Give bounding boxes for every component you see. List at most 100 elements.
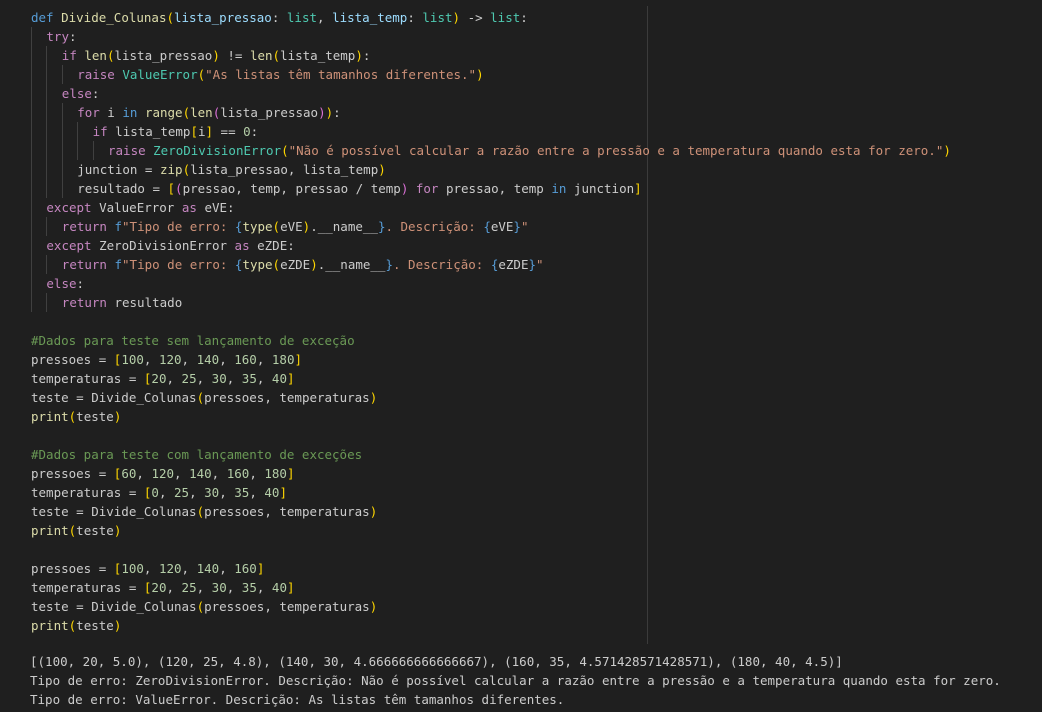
indent-guide	[31, 236, 32, 255]
code-line-content: temperaturas = [0, 25, 30, 35, 40]	[31, 485, 287, 500]
code-token: ValueError	[99, 200, 182, 215]
code-token: i	[197, 124, 206, 139]
code-token: 100	[121, 352, 144, 367]
code-token: 35	[234, 485, 250, 500]
code-token: :	[271, 10, 287, 25]
code-token: raise	[108, 143, 154, 158]
code-line: #Dados para teste com lançamento de exce…	[31, 445, 951, 464]
indent-guide	[31, 274, 32, 293]
code-token: . Descrição:	[385, 219, 484, 234]
code-token: 25	[181, 580, 197, 595]
indent-guide	[46, 160, 48, 179]
indent-guide	[46, 179, 48, 198]
code-token: )	[325, 105, 334, 120]
code-line: else:	[31, 84, 951, 103]
code-token: def	[31, 10, 62, 25]
code-token: [	[190, 124, 198, 139]
indent-guide	[46, 84, 48, 103]
code-token: ,	[181, 352, 197, 367]
code-line-content: teste = Divide_Colunas(pressoes, tempera…	[31, 504, 377, 519]
code-line: pressoes = [60, 120, 140, 160, 180]	[31, 464, 951, 483]
code-token: :	[407, 10, 423, 25]
code-token: return	[61, 295, 115, 310]
indent-guide	[31, 293, 32, 312]
code-token: resultado	[114, 295, 183, 310]
code-token: 40	[271, 371, 287, 386]
code-token: "As listas têm tamanhos diferentes."	[205, 67, 477, 82]
code-token: ]	[286, 371, 295, 386]
code-token: (	[272, 48, 281, 63]
indent-guide	[61, 65, 63, 84]
code-token: lista_pressao, lista_temp	[190, 162, 379, 177]
code-token: (	[197, 67, 206, 82]
code-token: except	[46, 238, 100, 253]
code-token: )	[212, 48, 220, 63]
code-line-content: teste = Divide_Colunas(pressoes, tempera…	[31, 390, 377, 405]
code-token: type	[242, 219, 273, 234]
code-token: ->	[460, 10, 491, 25]
code-token: "Não é possível calcular a razão entre a…	[288, 143, 944, 158]
code-token: lista_pressao	[174, 10, 272, 25]
code-line-content: return f"Tipo de erro: {type(eZDE).__nam…	[31, 257, 544, 272]
code-token: :	[91, 86, 100, 101]
code-token: ,	[189, 485, 205, 500]
code-token: 20	[151, 371, 167, 386]
code-token: ]	[286, 466, 295, 481]
code-token: raise	[77, 67, 123, 82]
code-token: 25	[181, 371, 197, 386]
code-token: ,	[174, 466, 190, 481]
code-token: eZDE	[498, 257, 529, 272]
code-token: len	[84, 48, 107, 63]
code-token: Divide_Colunas	[61, 10, 167, 25]
code-token: 140	[196, 352, 220, 367]
code-line: pressoes = [100, 120, 140, 160, 180]	[31, 350, 951, 369]
code-line: junction = zip(lista_pressao, lista_temp…	[31, 160, 951, 179]
code-token: )	[113, 618, 122, 633]
indent-guide	[46, 255, 48, 274]
indent-guide	[46, 65, 48, 84]
code-token: i	[107, 105, 123, 120]
code-token: eVE	[280, 219, 303, 234]
code-token: pressoes =	[31, 352, 114, 367]
code-token: pressao, temp, pressao / temp	[182, 181, 401, 196]
code-line: temperaturas = [0, 25, 30, 35, 40]	[31, 483, 951, 502]
code-token: pressoes, temperaturas	[204, 599, 370, 614]
code-token: as	[234, 238, 258, 253]
code-token: )	[355, 48, 363, 63]
code-token: ,	[219, 561, 235, 576]
code-token: ]	[205, 124, 214, 139]
code-token: ,	[317, 10, 333, 25]
code-token: ]	[279, 485, 287, 500]
indent-guide	[46, 46, 48, 65]
code-token: eVE	[490, 219, 514, 234]
code-token: 0	[151, 485, 159, 500]
code-line: return f"Tipo de erro: {type(eZDE).__nam…	[31, 255, 951, 274]
code-line: except ValueError as eVE:	[31, 198, 951, 217]
code-token: (	[175, 181, 183, 196]
code-line-content: return resultado	[31, 295, 182, 310]
code-token: )	[476, 67, 484, 82]
output-line: [(100, 20, 5.0), (120, 25, 4.8), (140, 3…	[30, 654, 843, 669]
code-token: ,	[136, 466, 152, 481]
code-line-content: pressoes = [100, 120, 140, 160]	[31, 561, 264, 576]
code-line: if len(lista_pressao) != len(lista_temp)…	[31, 46, 951, 65]
cell-output: [(100, 20, 5.0), (120, 25, 4.8), (140, 3…	[0, 644, 1042, 712]
indent-guide	[31, 179, 32, 198]
code-editor[interactable]: def Divide_Colunas(lista_pressao: list, …	[0, 0, 1042, 644]
code-token: )	[369, 504, 378, 519]
output-line: Tipo de erro: ValueError. Descrição: As …	[30, 692, 565, 707]
code-line: raise ZeroDivisionError("Não é possível …	[31, 141, 951, 160]
code-token: teste = Divide_Colunas	[31, 504, 197, 519]
code-token: ]	[634, 181, 642, 196]
indent-guide	[31, 84, 32, 103]
code-token: 180	[271, 352, 295, 367]
code-line-content: resultado = [(pressao, temp, pressao / t…	[31, 181, 642, 196]
code-line-content: raise ValueError("As listas têm tamanhos…	[31, 67, 484, 82]
code-token: ,	[211, 466, 227, 481]
code-line-content: print(teste)	[31, 409, 121, 424]
code-token: 140	[189, 466, 212, 481]
code-token: len	[249, 48, 273, 63]
code-line: try:	[31, 27, 951, 46]
indent-guide	[61, 122, 63, 141]
